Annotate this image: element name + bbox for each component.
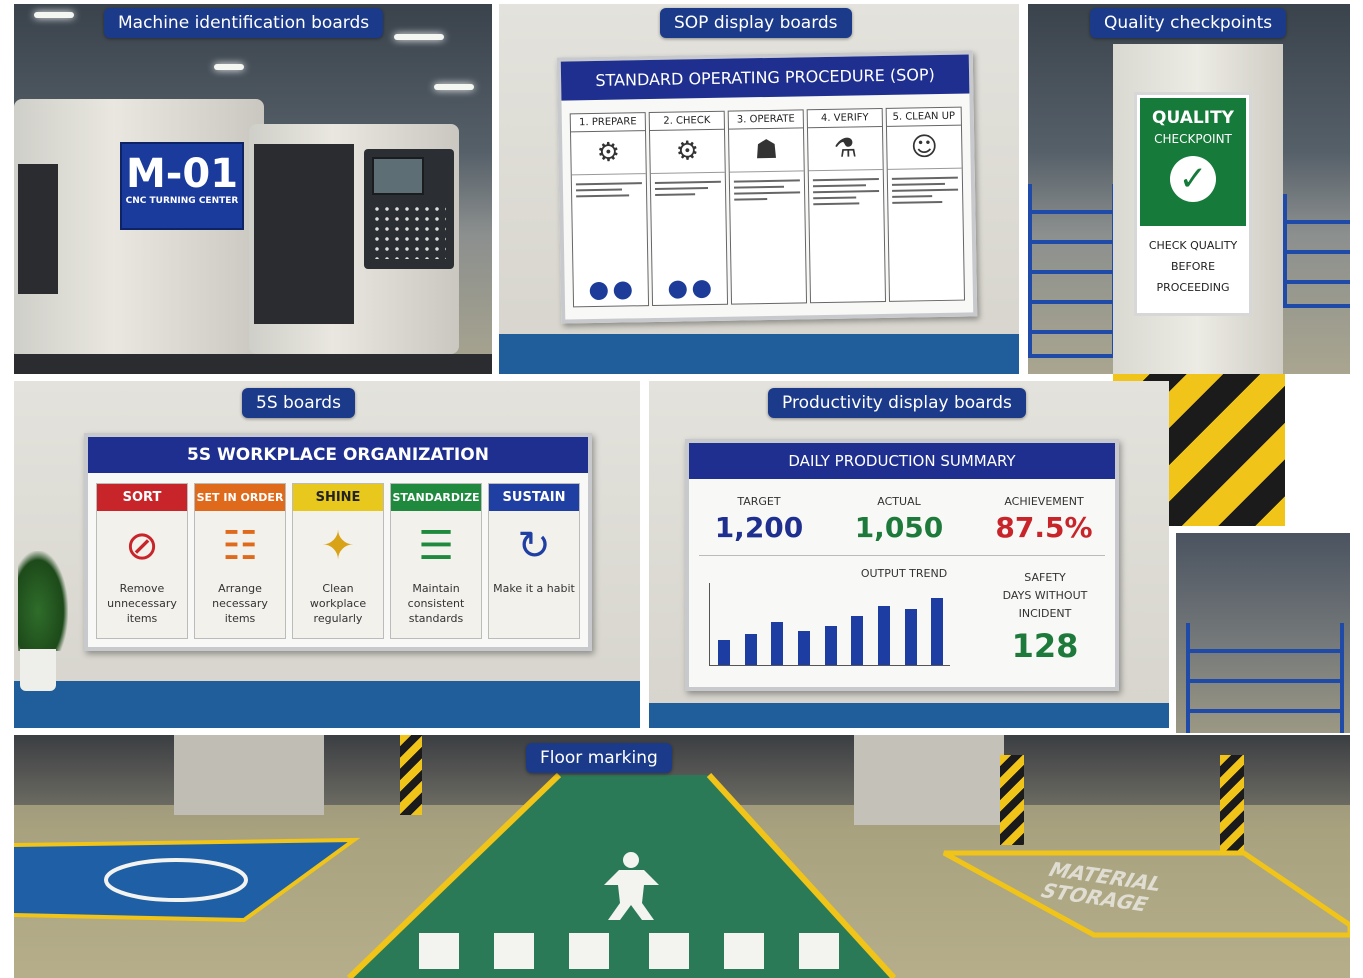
tag-floor: Floor marking [526, 743, 672, 773]
trend-bar [798, 630, 810, 665]
control-panel [364, 149, 454, 269]
5s-title: 5S WORKPLACE ORGANIZATION [88, 437, 588, 473]
quality-line1: CHECK QUALITY [1148, 239, 1238, 252]
arrange-icon: ☷ [222, 523, 258, 569]
trend-bar [718, 640, 730, 665]
sort-icon: ⊘ [125, 523, 159, 569]
production-title: DAILY PRODUCTION SUMMARY [689, 443, 1115, 479]
quality-line2: BEFORE [1170, 260, 1216, 273]
cycle-icon: ↻ [517, 523, 551, 569]
machine-window [18, 164, 58, 294]
sop-board: STANDARD OPERATING PROCEDURE (SOP) 1. PR… [556, 50, 978, 324]
5s-item: SHINE ✦ Clean workplace regularly [292, 483, 384, 639]
checklist-icon: ☰ [418, 523, 454, 569]
5s-panel: 5S WORKPLACE ORGANIZATION SORT ⊘ Remove … [14, 381, 640, 728]
storage-rack [1283, 194, 1350, 308]
trend-bar [771, 622, 784, 665]
trend-bar [931, 597, 944, 665]
forklift-zone [14, 840, 354, 920]
achievement-value: 87.5% [995, 511, 1093, 544]
storage-rack [1028, 184, 1116, 358]
target-label: TARGET [737, 495, 781, 508]
trend-bar [904, 609, 917, 665]
production-board: DAILY PRODUCTION SUMMARY TARGET 1,200 AC… [685, 439, 1119, 691]
trend-bar [878, 605, 890, 665]
wall-stripe [499, 334, 1019, 374]
5s-item: SORT ⊘ Remove unnecessary items [96, 483, 188, 639]
quality-panel: QUALITY CHECKPOINT ✓ CHECK QUALITY BEFOR… [1028, 4, 1350, 374]
machine-id-sign: M-01 CNC TURNING CENTER [120, 142, 244, 230]
shine-icon: ✦ [321, 523, 355, 569]
factory-corner [1176, 533, 1350, 733]
actual-value: 1,050 [854, 511, 944, 544]
sop-panel: STANDARD OPERATING PROCEDURE (SOP) 1. PR… [499, 4, 1019, 374]
machine-door [254, 144, 354, 324]
machine-type: CNC TURNING CENTER [125, 196, 239, 206]
tag-quality: Quality checkpoints [1090, 8, 1287, 38]
quality-sub: CHECKPOINT [1154, 132, 1232, 146]
trend-bar [824, 625, 837, 665]
sop-step: 3. OPERATE ☗ [727, 109, 808, 305]
wall-stripe [14, 681, 640, 728]
sop-step: 4. VERIFY ⚗ [806, 107, 887, 304]
tag-5s: 5S boards [242, 388, 355, 418]
5s-item: STANDARDIZE ☰ Maintain consistent standa… [390, 483, 482, 639]
potted-plant [14, 551, 74, 691]
trend-bar [851, 615, 864, 665]
sop-title: STANDARD OPERATING PROCEDURE (SOP) [560, 54, 970, 101]
safety-label: SAFETY [1024, 571, 1066, 584]
machine-id: M-01 [125, 151, 239, 197]
5s-board: 5S WORKPLACE ORGANIZATION SORT ⊘ Remove … [84, 433, 592, 651]
5s-item: SET IN ORDER ☷ Arrange necessary items [194, 483, 286, 639]
sop-steps: 1. PREPARE ⚙ 2. CHECK ⚙ 3. OPERATE ☗ 4. … [569, 106, 966, 308]
tag-productivity: Productivity display boards [768, 388, 1026, 418]
safety-label-days: DAYS WITHOUT [1002, 589, 1088, 602]
output-trend-chart [709, 583, 950, 666]
floor-markings [14, 772, 1350, 978]
quality-line3: PROCEEDING [1156, 281, 1230, 294]
achievement-label: ACHIEVEMENT [1004, 495, 1084, 508]
sop-step: 5. CLEAN UP ☺ [885, 106, 966, 302]
5s-item: SUSTAIN ↻ Make it a habit [488, 483, 580, 639]
5s-columns: SORT ⊘ Remove unnecessary items SET IN O… [96, 483, 580, 639]
productivity-panel: DAILY PRODUCTION SUMMARY TARGET 1,200 AC… [649, 381, 1169, 728]
tag-machine: Machine identification boards [104, 8, 384, 38]
safety-days-value: 128 [1011, 627, 1079, 665]
target-value: 1,200 [714, 511, 804, 544]
trend-bar [744, 633, 757, 665]
machine-panel: M-01 CNC TURNING CENTER [14, 4, 492, 374]
floor-panel: MATERIAL STORAGE [14, 735, 1350, 978]
sop-step: 1. PREPARE ⚙ [569, 112, 650, 308]
wall-stripe [649, 703, 1169, 728]
sop-step: 2. CHECK ⚙ [648, 110, 729, 307]
actual-label: ACTUAL [877, 495, 921, 508]
check-icon: ✓ [1170, 156, 1216, 202]
quality-checkpoint-sign: QUALITY CHECKPOINT ✓ CHECK QUALITY BEFOR… [1134, 92, 1252, 316]
quality-head: QUALITY [1152, 108, 1234, 128]
safety-label-incident: INCIDENT [1018, 607, 1072, 620]
trend-label: OUTPUT TREND [860, 567, 948, 580]
tag-sop: SOP display boards [660, 8, 852, 38]
